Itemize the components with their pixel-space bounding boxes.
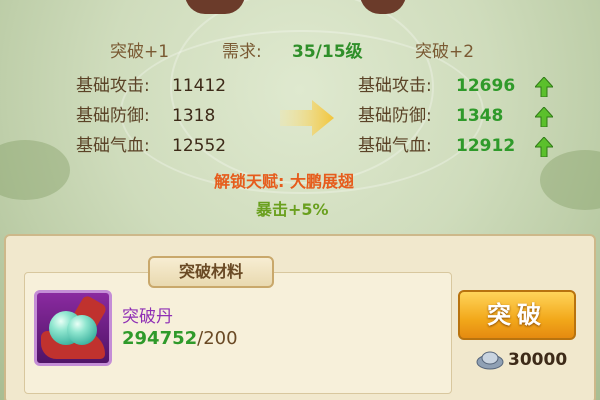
requirement-value: 35/15级	[292, 42, 363, 62]
current-level-label: 突破+1	[110, 42, 170, 62]
stat-hp-current: 12552	[172, 136, 227, 156]
stat-attack-current: 11412	[172, 76, 227, 96]
next-level-label: 突破+2	[415, 42, 475, 62]
silver-ingot-icon	[476, 351, 504, 370]
cost-amount: 30000	[508, 350, 568, 370]
stat-attack-next: 12696	[456, 76, 516, 96]
stat-hp-label: 基础气血:	[76, 136, 150, 156]
item-name: 突破丹	[122, 307, 173, 327]
stat-defense-label-next: 基础防御:	[358, 106, 432, 126]
breakthrough-pill-item-icon[interactable]	[34, 290, 112, 366]
stat-attack-label-next: 基础攻击:	[358, 76, 432, 96]
item-owned-count: 294752	[122, 328, 198, 349]
stat-hp-label-next: 基础气血:	[358, 136, 432, 156]
up-arrow-icon	[535, 77, 553, 97]
foliage-decoration	[0, 140, 70, 200]
stat-defense-next: 1348	[456, 106, 504, 126]
foliage-decoration	[540, 150, 600, 210]
breakthrough-screen: 突破+1 需求: 35/15级 突破+2 基础攻击: 11412 基础防御: 1…	[0, 0, 600, 400]
pill-orb-icon	[67, 315, 97, 345]
stat-attack-label: 基础攻击:	[76, 76, 150, 96]
item-count: 294752/200	[122, 328, 238, 349]
unlock-talent-text: 解锁天赋: 大鹏展翅	[214, 172, 354, 191]
stat-defense-current: 1318	[172, 106, 216, 126]
stat-hp-next: 12912	[456, 136, 516, 156]
up-arrow-icon	[535, 137, 553, 157]
up-arrow-icon	[535, 107, 553, 127]
arrow-right-icon	[280, 100, 334, 136]
breakthrough-button[interactable]: 突破	[458, 290, 576, 340]
stat-defense-label: 基础防御:	[76, 106, 150, 126]
requirement-label: 需求:	[222, 42, 262, 62]
materials-title: 突破材料	[148, 256, 274, 288]
crit-bonus-text: 暴击+5%	[256, 200, 329, 219]
item-required-count: /200	[197, 328, 238, 349]
